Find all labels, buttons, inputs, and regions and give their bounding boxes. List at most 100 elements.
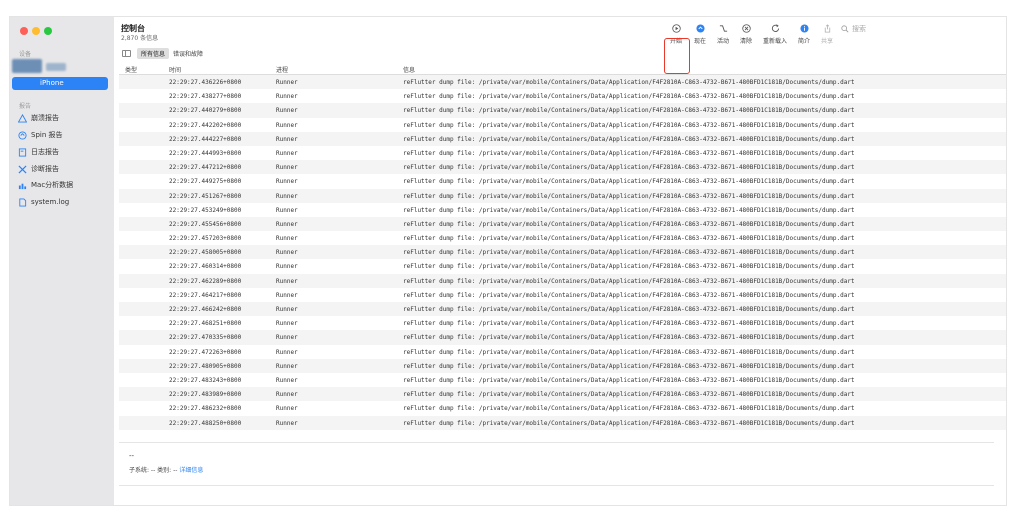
detail-divider	[119, 442, 994, 443]
sidebar: 设备 iPhone 报告 崩溃报告 Spin 报告 日志报告 诊断报告 Mac分…	[10, 17, 114, 505]
blurred-device-name	[46, 63, 66, 71]
row-time: 22:29:27.453249+0800	[169, 206, 242, 214]
bottom-divider	[119, 485, 994, 486]
row-process: Runner	[276, 107, 298, 115]
table-row[interactable]: 22:29:27.480905+0800 Runner reFlutter dump…	[119, 358, 1006, 373]
detail-placeholder: --	[129, 452, 135, 460]
column-header-message[interactable]: 信息	[403, 65, 415, 74]
log-book-icon	[18, 147, 27, 157]
table-row[interactable]: 22:29:27.472263+0800 Runner reFlutter dump…	[119, 345, 1006, 359]
row-time: 22:29:27.444993+0800	[169, 149, 242, 157]
info-button[interactable]: 简介	[793, 24, 815, 45]
reload-icon	[771, 24, 779, 32]
table-row[interactable]: 22:29:27.438277+0800 Runner reFlutter dump…	[119, 89, 1006, 103]
errors-faults-filter[interactable]: 错误和故障	[173, 49, 203, 58]
row-message: reFlutter dump file: /private/var/mobile…	[403, 419, 855, 427]
sidebar-item-log-reports[interactable]: 日志报告	[18, 146, 59, 158]
table-row[interactable]: 22:29:27.444227+0800 Runner reFlutter dump…	[119, 131, 1006, 146]
table-row[interactable]: 22:29:27.460314+0800 Runner reFlutter dump…	[119, 259, 1006, 273]
devices-section-header: 设备	[19, 51, 32, 58]
tools-icon	[18, 164, 27, 174]
row-time: 22:29:27.480905+0800	[169, 362, 242, 370]
sidebar-item-label: Spin 报告	[31, 131, 63, 139]
reload-button[interactable]: 重新载入	[762, 24, 788, 45]
table-row[interactable]: 22:29:27.451267+0800 Runner reFlutter dump…	[119, 188, 1006, 203]
row-time: 22:29:27.444227+0800	[169, 135, 242, 143]
start-button-highlight	[664, 38, 690, 74]
sidebar-item-label: Mac分析数据	[31, 181, 74, 189]
row-time: 22:29:27.468251+0800	[169, 320, 242, 328]
row-message: reFlutter dump file: /private/var/mobile…	[403, 348, 855, 356]
console-window: 设备 iPhone 报告 崩溃报告 Spin 报告 日志报告 诊断报告 Mac分…	[10, 17, 1006, 505]
bar-chart-icon	[18, 183, 27, 189]
activity-button[interactable]: 活动	[712, 24, 734, 45]
sidebar-item-diagnostic-reports[interactable]: 诊断报告	[18, 163, 59, 175]
row-process: Runner	[276, 348, 298, 356]
table-row[interactable]: 22:29:27.442202+0800 Runner reFlutter dump…	[119, 118, 1006, 132]
search-placeholder: 搜索	[852, 25, 866, 33]
row-process: Runner	[276, 192, 298, 200]
sidebar-item-mac-analytics[interactable]: Mac分析数据	[18, 179, 73, 191]
table-row[interactable]: 22:29:27.458005+0800 Runner reFlutter dump…	[119, 245, 1006, 260]
close-window-button[interactable]	[20, 27, 28, 35]
row-process: Runner	[276, 135, 298, 143]
table-body: 22:29:27.436226+0800 Runner reFlutter dump…	[119, 75, 1006, 430]
table-row[interactable]: 22:29:27.447212+0800 Runner reFlutter dump…	[119, 160, 1006, 175]
table-row[interactable]: 22:29:27.483243+0800 Runner reFlutter dump…	[119, 373, 1006, 387]
table-row[interactable]: 22:29:27.453249+0800 Runner reFlutter dump…	[119, 203, 1006, 217]
search-field[interactable]: 搜索	[841, 24, 866, 34]
row-message: reFlutter dump file: /private/var/mobile…	[403, 376, 855, 384]
sidebar-item-system-log[interactable]: system.log	[18, 196, 69, 208]
row-message: reFlutter dump file: /private/var/mobile…	[403, 320, 855, 328]
row-time: 22:29:27.442202+0800	[169, 121, 242, 129]
table-row[interactable]: 22:29:27.462289+0800 Runner reFlutter dump…	[119, 273, 1006, 288]
zoom-window-button[interactable]	[44, 27, 52, 35]
table-row[interactable]: 22:29:27.436226+0800 Runner reFlutter dump…	[119, 75, 1006, 90]
sidebar-item-crash-reports[interactable]: 崩溃报告	[18, 112, 59, 124]
column-header-process[interactable]: 进程	[276, 65, 288, 74]
share-icon	[824, 24, 830, 33]
table-row[interactable]: 22:29:27.486232+0800 Runner reFlutter dump…	[119, 401, 1006, 415]
details-link[interactable]: 详细信息	[179, 467, 203, 474]
row-message: reFlutter dump file: /private/var/mobile…	[403, 79, 855, 86]
table-row[interactable]: 22:29:27.468251+0800 Runner reFlutter dump…	[119, 316, 1006, 330]
row-time: 22:29:27.436226+0800	[169, 79, 242, 86]
row-process: Runner	[276, 405, 298, 413]
table-row[interactable]: 22:29:27.440279+0800 Runner reFlutter dump…	[119, 103, 1006, 118]
table-row[interactable]: 22:29:27.488250+0800 Runner reFlutter dump…	[119, 415, 1006, 430]
clear-circle-icon	[741, 24, 751, 33]
column-header-time[interactable]: 时间	[169, 65, 181, 74]
row-process: Runner	[276, 277, 298, 285]
row-process: Runner	[276, 419, 298, 427]
table-row[interactable]: 22:29:27.457203+0800 Runner reFlutter dump…	[119, 231, 1006, 245]
table-row[interactable]: 22:29:27.444993+0800 Runner reFlutter dump…	[119, 146, 1006, 160]
share-button[interactable]: 共享	[816, 24, 838, 45]
row-time: 22:29:27.466242+0800	[169, 306, 242, 313]
row-process: Runner	[276, 334, 298, 342]
document-icon	[19, 197, 27, 207]
minimize-window-button[interactable]	[32, 27, 40, 35]
all-messages-filter[interactable]: 所有信息	[137, 48, 170, 59]
sidebar-item-iphone[interactable]: iPhone	[12, 77, 108, 90]
column-header-type[interactable]: 类型	[125, 65, 137, 74]
row-process: Runner	[276, 306, 298, 313]
row-process: Runner	[276, 164, 298, 172]
row-process: Runner	[276, 93, 298, 101]
table-row[interactable]: 22:29:27.455456+0800 Runner reFlutter dump…	[119, 216, 1006, 232]
row-process: Runner	[276, 291, 298, 299]
blurred-device-avatar	[12, 59, 42, 73]
table-row[interactable]: 22:29:27.470335+0800 Runner reFlutter dump…	[119, 330, 1006, 345]
row-message: reFlutter dump file: /private/var/mobile…	[403, 178, 855, 186]
now-button[interactable]: 现在	[689, 24, 711, 45]
table-row[interactable]: 22:29:27.449275+0800 Runner reFlutter dump…	[119, 174, 1006, 188]
play-circle-icon	[671, 24, 681, 33]
row-process: Runner	[276, 206, 298, 214]
table-row[interactable]: 22:29:27.464217+0800 Runner reFlutter dump…	[119, 288, 1006, 302]
sidebar-toggle-icon[interactable]	[122, 50, 131, 57]
row-time: 22:29:27.488250+0800	[169, 419, 242, 427]
clear-button[interactable]: 清除	[735, 24, 757, 45]
row-time: 22:29:27.472263+0800	[169, 348, 242, 356]
table-row[interactable]: 22:29:27.483989+0800 Runner reFlutter dump…	[119, 387, 1006, 402]
table-row[interactable]: 22:29:27.466242+0800 Runner reFlutter dump…	[119, 302, 1006, 317]
sidebar-item-spin-reports[interactable]: Spin 报告	[18, 129, 63, 141]
